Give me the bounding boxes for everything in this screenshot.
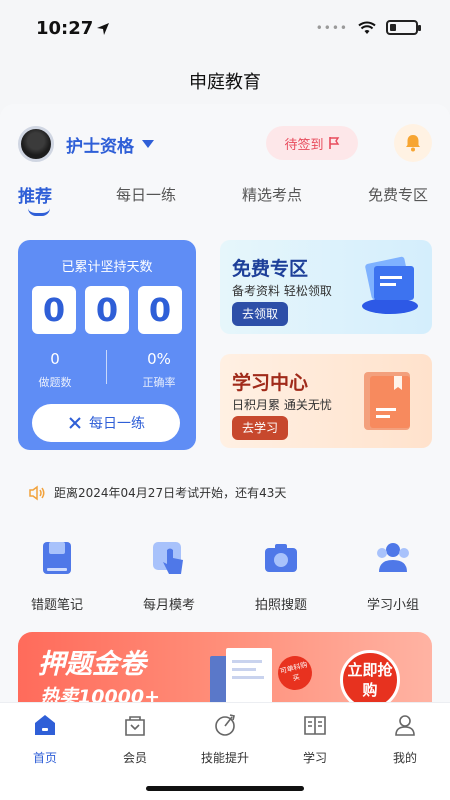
feature-label: 错题笔记 [30, 598, 83, 613]
location-arrow-icon [97, 23, 109, 35]
streak-digit: 0 [138, 286, 182, 334]
tabbar-label: 学习 [302, 751, 327, 765]
documents-illustration-icon [362, 256, 418, 314]
group-icon [377, 543, 409, 572]
tabbar-label: 首页 [32, 751, 57, 765]
study-center-card[interactable]: 学习中心 日积月累 通关无忧 去学习 [220, 354, 432, 448]
skill-icon [215, 714, 235, 736]
tabbar-study[interactable]: 学习 [270, 711, 360, 766]
tab-free-zone[interactable]: 免费专区 [368, 184, 428, 205]
camera-icon [265, 544, 297, 572]
bell-icon [406, 135, 420, 152]
tabbar-member[interactable]: 会员 [90, 711, 180, 766]
banner-title: 押题金卷 [38, 649, 146, 680]
flag-icon [328, 137, 339, 149]
streak-digit: 0 [85, 286, 129, 334]
speaker-icon [29, 485, 45, 500]
feature-label: 每月模考 [142, 598, 195, 613]
tabbar-home[interactable]: 首页 [0, 711, 90, 766]
notebook-icon [43, 542, 71, 574]
daily-practice-label: 每日一练 [89, 416, 145, 432]
free-zone-card[interactable]: 免费专区 备考资料 轻松领取 去领取 [220, 240, 432, 334]
free-zone-subtitle: 备考资料 轻松领取 [232, 284, 332, 298]
tab-daily-practice[interactable]: 每日一练 [116, 184, 176, 205]
exam-countdown: 距离2024年04月27日考试开始，还有43天 [28, 484, 286, 501]
tab-bar: 推荐 每日一练 精选考点 免费专区 [0, 184, 450, 220]
tab-active-indicator [28, 208, 50, 216]
main-content: 护士资格 待签到 推荐 每日一练 精选考点 免费专区 已累计坚持天数 0 0 0… [0, 104, 450, 702]
feature-study-group[interactable]: 学习小组 [348, 538, 438, 613]
streak-card: 已累计坚持天数 0 0 0 0 做题数 0% 正确率 每日一练 [18, 240, 196, 450]
battery-icon [386, 20, 421, 35]
feature-photo-search[interactable]: 拍照搜题 [236, 538, 326, 613]
feature-label: 拍照搜题 [254, 598, 307, 613]
tabbar-label: 技能提升 [200, 751, 249, 765]
study-center-title: 学习中心 [232, 372, 309, 394]
claim-button[interactable]: 去领取 [232, 302, 289, 326]
header-row: 护士资格 待签到 [18, 124, 432, 164]
tap-icon [153, 542, 183, 574]
study-icon [304, 716, 326, 735]
tabbar-label: 我的 [392, 751, 417, 765]
nav-bar: 申庭教育 [0, 58, 450, 104]
tabbar-profile[interactable]: 我的 [360, 711, 450, 766]
questions-done-label: 做题数 [38, 376, 72, 389]
daily-practice-button[interactable]: 每日一练 [32, 404, 180, 442]
page-title: 申庭教育 [189, 72, 261, 93]
chevron-down-icon[interactable] [142, 140, 154, 148]
feature-label: 学习小组 [366, 598, 419, 613]
home-indicator [146, 786, 304, 791]
home-icon [35, 715, 55, 735]
status-bar: 10:27 •••• [0, 0, 450, 58]
book-illustration-icon [364, 372, 410, 430]
streak-title: 已累计坚持天数 [61, 260, 153, 275]
feature-monthly-mock[interactable]: 每月模考 [124, 538, 214, 613]
status-time: 10:27 [36, 18, 94, 39]
accuracy-label: 正确率 [142, 376, 176, 389]
buy-now-button[interactable]: 立即抢购 [340, 650, 400, 702]
go-study-button[interactable]: 去学习 [232, 416, 289, 440]
avatar[interactable] [18, 126, 54, 162]
signal-dots-icon: •••• [315, 20, 348, 35]
feature-wrong-notes[interactable]: 错题笔记 [12, 538, 102, 613]
tabbar-skills[interactable]: 技能提升 [180, 711, 270, 766]
notification-button[interactable] [394, 124, 432, 162]
countdown-text: 距离2024年04月27日考试开始，还有43天 [54, 486, 287, 500]
questions-done-value: 0 [50, 350, 60, 368]
feature-grid: 错题笔记 每月模考 拍照搜题 学习小组 [0, 538, 450, 628]
divider [106, 350, 107, 384]
promo-banner[interactable]: 押题金卷 热卖10000+ 可单科购买 立即抢购 [18, 632, 432, 702]
checkin-label: 待签到 [284, 137, 324, 153]
tab-recommend[interactable]: 推荐 [18, 182, 52, 207]
study-center-subtitle: 日积月累 通关无忧 [232, 398, 332, 412]
tabbar-label: 会员 [122, 751, 147, 765]
streak-digit: 0 [32, 286, 76, 334]
member-icon [125, 716, 145, 736]
banner-subtitle: 热卖10000+ [40, 686, 161, 702]
tab-key-points[interactable]: 精选考点 [242, 184, 302, 205]
exam-selector[interactable]: 护士资格 [66, 132, 134, 157]
wifi-icon [358, 21, 376, 34]
checkin-button[interactable]: 待签到 [266, 126, 358, 160]
free-zone-title: 免费专区 [232, 258, 309, 280]
profile-icon [395, 715, 415, 736]
pencil-cross-icon [69, 417, 81, 429]
accuracy-value: 0% [147, 350, 171, 368]
